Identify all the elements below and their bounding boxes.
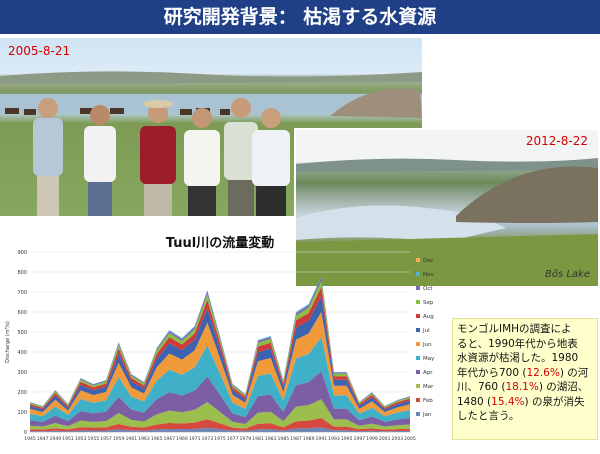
legend-label-jun: Jun <box>422 342 432 348</box>
y-tick-label: 800 <box>17 270 27 276</box>
legend-swatch-jul <box>416 328 420 332</box>
legend-label-apr: Apr <box>423 370 433 376</box>
legend-label-nov: Nov <box>423 272 434 278</box>
note-line-4: 年代から700 (12.6%) の河 <box>457 366 593 381</box>
x-tick-label: 2001 <box>379 436 391 442</box>
x-tick-label: 1963 <box>138 436 150 442</box>
chart-title: Tuul川の流量変動 <box>165 236 275 251</box>
y-tick-label: 600 <box>17 310 27 316</box>
note-line-6: 1480 (15.4%) の泉が消失 <box>457 395 593 410</box>
note-pct-springs: 15.4% <box>491 395 525 408</box>
info-note: モンゴルIMHの調査によ ると、1990年代から地表 水資源が枯渇した。1980… <box>452 318 598 440</box>
note-line-7: したと言う。 <box>457 410 520 422</box>
note-pct-rivers: 12.6% <box>526 366 560 379</box>
x-tick-label: 1999 <box>366 436 378 442</box>
x-tick-label: 1959 <box>113 436 125 442</box>
y-tick-label: 200 <box>17 390 27 396</box>
note-text: 1480 ( <box>457 395 492 408</box>
note-text: 川、760 ( <box>457 381 506 393</box>
legend-label-feb: Feb <box>423 398 433 404</box>
y-tick-label: 500 <box>17 330 27 336</box>
chart-canvas: 0100200300400500600700800900Discharge (m… <box>5 250 435 442</box>
x-tick-label: 1993 <box>328 436 340 442</box>
legend-label-sep: Sep <box>423 300 434 306</box>
note-text: ) の湖沼、 <box>538 381 589 393</box>
x-tick-label: 1981 <box>252 436 264 442</box>
x-tick-label: 1971 <box>189 436 201 442</box>
photo-2012-date: 2012-8-22 <box>525 134 588 148</box>
y-tick-label: 100 <box>17 410 27 416</box>
x-tick-label: 2005 <box>404 436 416 442</box>
legend-label-jan: Jan <box>422 412 432 418</box>
photo-2005-date: 2005-8-21 <box>8 44 71 58</box>
x-tick-label: 1979 <box>239 436 251 442</box>
legend-swatch-may <box>416 356 420 360</box>
legend-label-jul: Jul <box>422 328 430 334</box>
note-line-5: 川、760 (18.1%) の湖沼、 <box>457 380 593 395</box>
legend-label-may: May <box>423 356 435 362</box>
x-tick-label: 1973 <box>201 436 213 442</box>
x-tick-label: 1985 <box>277 436 289 442</box>
legend-label-aug: Aug <box>423 314 434 320</box>
x-tick-label: 1991 <box>315 436 327 442</box>
x-tick-label: 1945 <box>24 436 36 442</box>
legend-label-oct: Oct <box>423 286 433 292</box>
x-tick-label: 1975 <box>214 436 226 442</box>
discharge-chart: Tuul川の流量変動 0 100 200 300 400 500 600 700 800 900 D… <box>0 232 440 450</box>
y-tick-label: 400 <box>17 350 27 356</box>
y-axis-label: Discharge (m³/s) <box>5 321 11 363</box>
legend-swatch-mar <box>416 384 420 388</box>
x-tick-label: 1953 <box>75 436 87 442</box>
y-tick-label: 0 <box>24 430 27 436</box>
x-tick-label: 1947 <box>37 436 49 442</box>
x-tick-label: 1961 <box>125 436 137 442</box>
note-text: 年代から700 ( <box>457 366 527 379</box>
x-tick-label: 1987 <box>290 436 302 442</box>
photo-2012-caption: Bős Lake <box>544 269 590 280</box>
legend-swatch-jun <box>416 342 420 346</box>
x-tick-label: 1951 <box>62 436 74 442</box>
legend-swatch-sep <box>416 300 420 304</box>
slide-title: 研究開発背景： 枯渇する水資源 <box>0 0 600 34</box>
y-tick-label: 700 <box>17 290 27 296</box>
note-text: ) の泉が消失 <box>524 395 585 408</box>
legend-swatch-feb <box>416 398 420 402</box>
x-tick-label: 1983 <box>265 436 277 442</box>
note-line-3: 水資源が枯渇した。1980 <box>457 352 579 364</box>
x-tick-label: 1989 <box>303 436 315 442</box>
x-tick-label: 1957 <box>100 436 112 442</box>
legend-swatch-apr <box>416 370 420 374</box>
x-tick-label: 1965 <box>151 436 163 442</box>
x-tick-label: 1995 <box>341 436 353 442</box>
note-line-2: ると、1990年代から地表 <box>457 337 578 350</box>
x-tick-label: 1977 <box>227 436 239 442</box>
legend-swatch-oct <box>416 286 420 290</box>
note-text: ) の河 <box>559 366 589 379</box>
note-pct-lakes: 18.1% <box>505 381 539 393</box>
legend-label-mar: Mar <box>423 384 434 390</box>
legend-swatch-jan <box>416 412 420 416</box>
legend-swatch-nov <box>416 272 420 276</box>
x-tick-label: 1967 <box>163 436 175 442</box>
note-line-1: モンゴルIMHの調査によ <box>457 323 572 335</box>
x-tick-label: 1949 <box>49 436 61 442</box>
x-tick-label: 1997 <box>353 436 365 442</box>
y-tick-label: 300 <box>17 370 27 376</box>
legend-label-dec: Dec <box>423 258 434 264</box>
legend-swatch-dec <box>416 258 420 262</box>
x-tick-label: 2003 <box>391 436 403 442</box>
legend-swatch-aug <box>416 314 420 318</box>
x-tick-label: 1955 <box>87 436 99 442</box>
x-tick-label: 1969 <box>176 436 188 442</box>
